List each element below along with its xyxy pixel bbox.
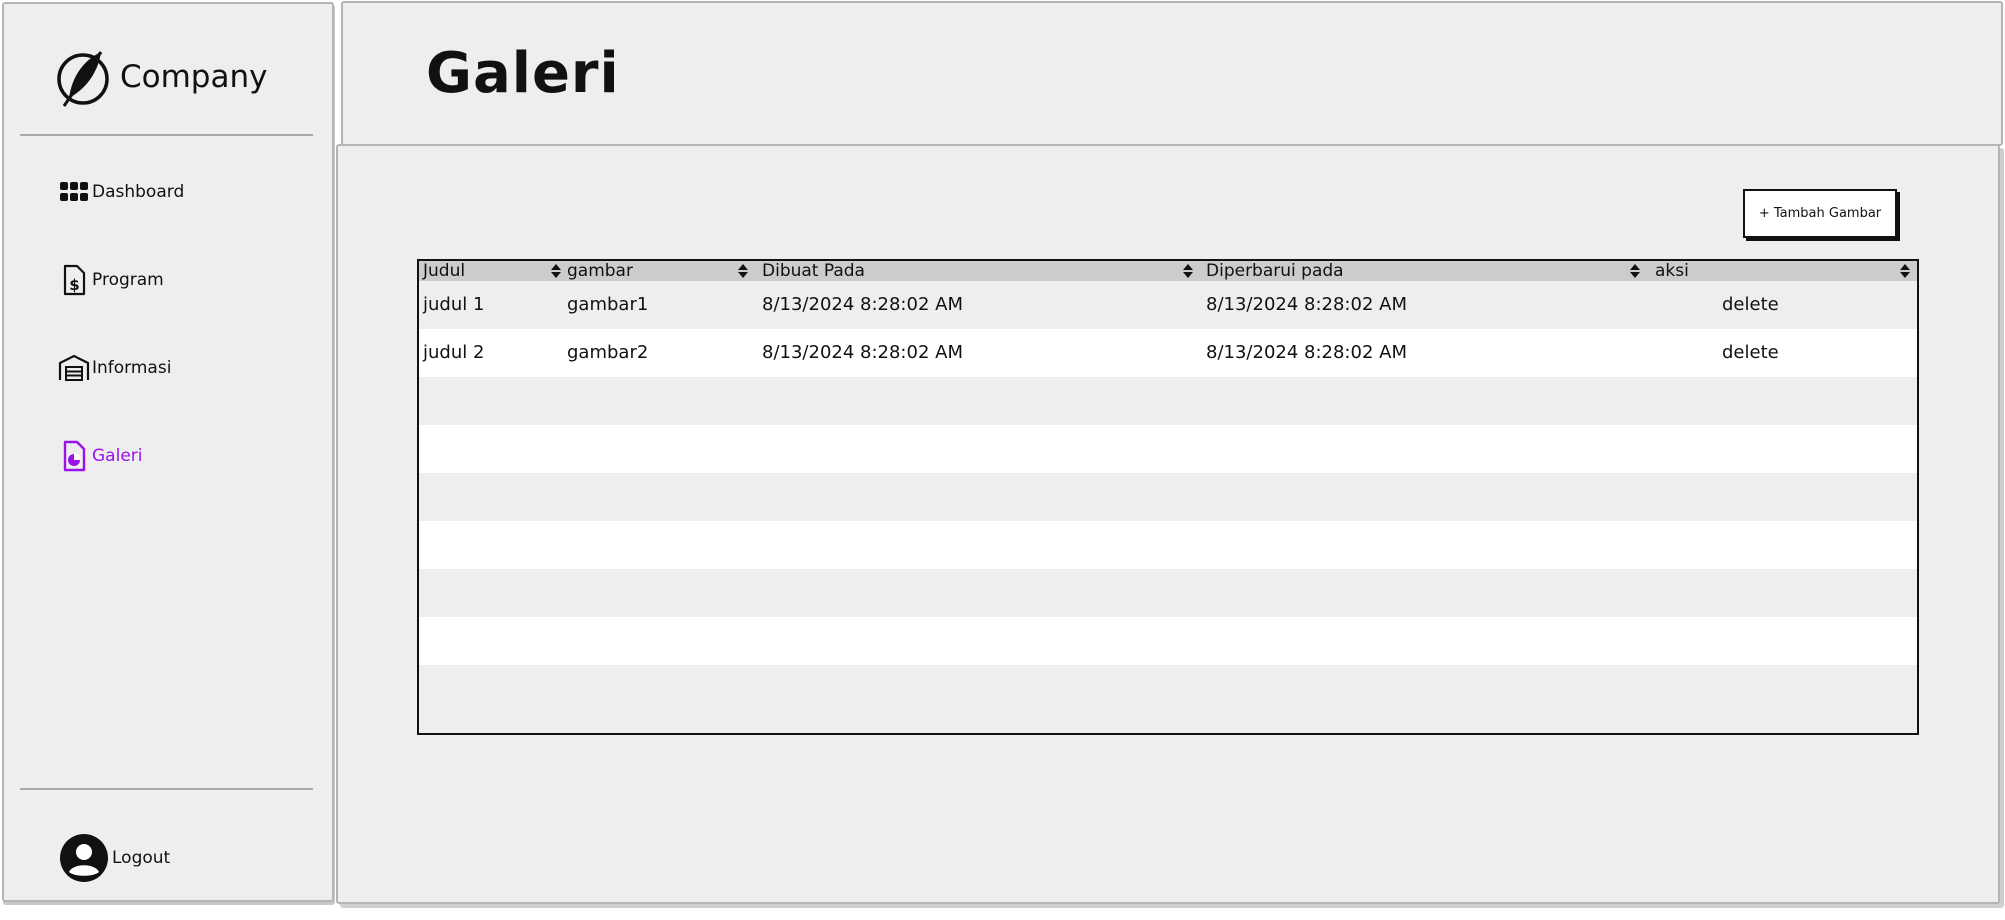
sidebar-item-dashboard[interactable]: Dashboard [58,175,184,209]
sort-icon [1630,264,1640,278]
feather-logo-icon [57,51,109,107]
cell-dibuat-pada: 8/13/2024 8:28:02 AM [762,342,963,363]
sort-icon [551,264,561,278]
image-file-icon [58,439,90,473]
gallery-table: Judul gambar Dibuat Pada Diperbarui pada… [417,259,1919,735]
table-row[interactable]: judul 2 gambar2 8/13/2024 8:28:02 AM 8/1… [419,329,1917,377]
empty-table-row [419,473,1917,521]
column-header-gambar[interactable]: gambar [567,261,757,281]
sidebar-divider [20,788,313,790]
company-name: Company [120,59,268,95]
sidebar-item-informasi[interactable]: Informasi [58,351,171,385]
dashboard-grid-icon [58,175,90,209]
cell-gambar: gambar1 [567,294,649,315]
column-header-judul[interactable]: Judul [423,261,565,281]
user-avatar-icon [60,834,108,882]
logout-label: Logout [112,848,171,868]
warehouse-icon [58,351,90,385]
sort-icon [738,264,748,278]
company-logo[interactable]: Company [54,46,267,108]
table-header: Judul gambar Dibuat Pada Diperbarui pada… [419,261,1917,281]
cell-gambar: gambar2 [567,342,649,363]
page-header: Galeri [341,1,2003,146]
sidebar-item-label: Informasi [92,358,172,378]
empty-table-row [419,569,1917,617]
cell-diperbarui-pada: 8/13/2024 8:28:02 AM [1206,342,1407,363]
sidebar-item-label: Dashboard [92,182,185,202]
page-title: Galeri [426,41,620,106]
sort-icon [1183,264,1193,278]
invoice-dollar-icon: $ [58,263,90,297]
column-header-diperbarui-pada[interactable]: Diperbarui pada [1206,261,1650,281]
cell-judul: judul 1 [423,294,485,315]
empty-table-row [419,521,1917,569]
sidebar-item-label: Program [92,270,164,290]
sidebar-item-galeri[interactable]: Galeri [58,439,143,473]
empty-table-row [419,425,1917,473]
cell-diperbarui-pada: 8/13/2024 8:28:02 AM [1206,294,1407,315]
sidebar-item-label: Galeri [92,446,143,466]
cell-judul: judul 2 [423,342,485,363]
main-panel: + Tambah Gambar Judul gambar Dibuat Pada… [336,144,2000,904]
column-header-dibuat-pada[interactable]: Dibuat Pada [762,261,1202,281]
sidebar-item-program[interactable]: $ Program [58,263,164,297]
empty-table-row [419,617,1917,665]
table-row[interactable]: judul 1 gambar1 8/13/2024 8:28:02 AM 8/1… [419,281,1917,329]
empty-table-row [419,665,1917,713]
delete-link[interactable]: delete [1722,281,1779,329]
svg-text:$: $ [69,276,79,294]
column-header-aksi[interactable]: aksi [1655,261,1913,281]
delete-link[interactable]: delete [1722,329,1779,377]
cell-dibuat-pada: 8/13/2024 8:28:02 AM [762,294,963,315]
add-image-button[interactable]: + Tambah Gambar [1743,189,1897,238]
sidebar: Company Dashboard $ Program Informasi Ga… [2,2,334,902]
logout-button[interactable]: Logout [58,832,170,884]
sort-icon [1900,264,1910,278]
sidebar-divider [20,134,313,136]
empty-table-row [419,377,1917,425]
